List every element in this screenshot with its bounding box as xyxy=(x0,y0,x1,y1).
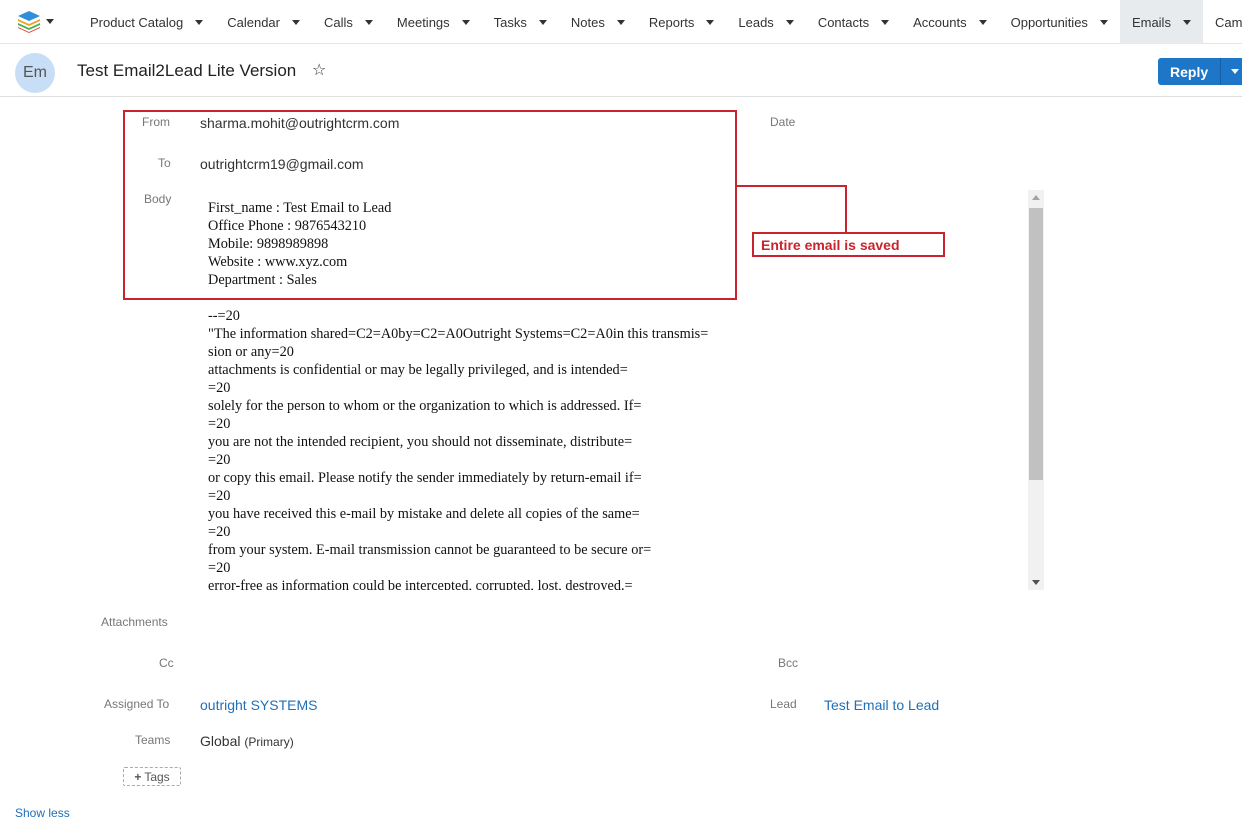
assigned-to-label: Assigned To xyxy=(104,697,170,711)
nav-item-meetings[interactable]: Meetings xyxy=(385,0,482,44)
nav-item-calendar[interactable]: Calendar xyxy=(215,0,312,44)
body-line: "The information shared=C2=A0by=C2=A0Out… xyxy=(208,326,709,342)
page-title: Test Email2Lead Lite Version xyxy=(77,61,297,80)
app-logo-menu[interactable] xyxy=(18,11,58,33)
annotation-connector xyxy=(737,185,847,187)
tags-label: Tags xyxy=(144,769,170,784)
body-line: =20 xyxy=(208,452,231,468)
chevron-down-icon[interactable] xyxy=(978,19,987,25)
body-line: =20 xyxy=(208,560,231,576)
assigned-user-link[interactable]: outright SYSTEMS xyxy=(200,697,318,713)
nav-item-label: Reports xyxy=(648,14,695,30)
team-name: Global xyxy=(200,733,241,749)
body-line: error-free as information could be inter… xyxy=(208,578,633,590)
nav-item-label: Accounts xyxy=(913,14,967,30)
annotation-label: Entire email is saved xyxy=(752,232,945,257)
body-line: =20 xyxy=(208,380,231,396)
body-line: attachments is confidential or may be le… xyxy=(208,362,628,378)
body-line: --=20 xyxy=(208,308,240,324)
record-header: Em Test Email2Lead Lite Version ☆ Reply xyxy=(0,44,1242,97)
nav-item-product-catalog[interactable]: Product Catalog xyxy=(78,0,215,44)
nav-item-tasks[interactable]: Tasks xyxy=(482,0,559,44)
body-line: or copy this email. Please notify the se… xyxy=(208,470,642,486)
nav-item-label: Campaigns xyxy=(1214,14,1242,30)
scroll-up-arrow-icon[interactable] xyxy=(1032,195,1040,200)
nav-item-label: Calendar xyxy=(227,14,280,30)
module-tabs: Product Catalog Calendar Calls Meetings Task… xyxy=(78,0,1242,44)
nav-item-leads[interactable]: Leads xyxy=(726,0,805,44)
show-less-link[interactable]: Show less xyxy=(15,806,70,820)
teams-value: Global (Primary) xyxy=(200,733,294,749)
reply-dropdown-toggle[interactable] xyxy=(1221,58,1242,85)
body-line: sion or any=20 xyxy=(208,344,294,360)
nav-item-label: Emails xyxy=(1131,14,1171,30)
team-primary-tag: (Primary) xyxy=(244,735,294,749)
date-label: Date xyxy=(770,115,796,129)
chevron-down-icon[interactable] xyxy=(538,19,547,25)
bcc-label: Bcc xyxy=(778,656,799,670)
nav-item-label: Notes xyxy=(570,14,605,30)
nav-item-label: Leads xyxy=(738,14,774,30)
lead-link[interactable]: Test Email to Lead xyxy=(824,697,939,713)
chevron-down-icon[interactable] xyxy=(1099,19,1108,25)
lead-label: Lead xyxy=(770,697,797,711)
body-line: solely for the person to whom or the org… xyxy=(208,398,642,414)
nav-item-label: Product Catalog xyxy=(90,14,184,30)
chevron-down-icon[interactable] xyxy=(364,19,373,25)
reply-button[interactable]: Reply xyxy=(1158,58,1222,85)
nav-item-label: Contacts xyxy=(817,14,870,30)
chevron-down-icon[interactable] xyxy=(1182,19,1191,25)
attachments-label: Attachments xyxy=(101,615,168,629)
favorite-star-icon[interactable]: ☆ xyxy=(312,60,326,80)
body-line: =20 xyxy=(208,488,231,504)
chevron-down-icon xyxy=(1231,69,1240,74)
body-line: =20 xyxy=(208,416,231,432)
scroll-down-arrow-icon[interactable] xyxy=(1032,580,1040,585)
plus-icon: + xyxy=(134,769,142,784)
nav-item-calls[interactable]: Calls xyxy=(312,0,385,44)
body-scrollbar[interactable] xyxy=(1028,190,1044,590)
chevron-down-icon[interactable] xyxy=(195,19,204,25)
chevron-down-icon[interactable] xyxy=(461,19,470,25)
body-line: from your system. E-mail transmission ca… xyxy=(208,542,652,558)
avatar: Em xyxy=(15,53,55,93)
nav-item-label: Tasks xyxy=(493,14,527,30)
nav-item-reports[interactable]: Reports xyxy=(637,0,727,44)
body-line: you have received this e-mail by mistake… xyxy=(208,506,640,522)
nav-item-label: Calls xyxy=(324,14,353,30)
chevron-down-icon[interactable] xyxy=(616,19,625,25)
scroll-thumb[interactable] xyxy=(1029,208,1043,480)
body-line: you are not the intended recipient, you … xyxy=(208,434,633,450)
nav-item-opportunities[interactable]: Opportunities xyxy=(999,0,1120,44)
chevron-down-icon[interactable] xyxy=(706,19,715,25)
nav-item-notes[interactable]: Notes xyxy=(559,0,637,44)
nav-item-contacts[interactable]: Contacts xyxy=(806,0,901,44)
add-tags-button[interactable]: + Tags xyxy=(123,767,181,786)
layers-logo-icon xyxy=(18,11,54,33)
cc-label: Cc xyxy=(159,656,174,670)
nav-item-accounts[interactable]: Accounts xyxy=(901,0,998,44)
nav-item-label: Opportunities xyxy=(1010,14,1088,30)
top-navigation: Product Catalog Calendar Calls Meetings Task… xyxy=(0,0,1242,44)
chevron-down-icon[interactable] xyxy=(881,19,890,25)
chevron-down-icon[interactable] xyxy=(785,19,794,25)
body-line: =20 xyxy=(208,524,231,540)
teams-label: Teams xyxy=(135,733,171,747)
nav-item-label: Meetings xyxy=(396,14,450,30)
reply-button-group: Reply xyxy=(1158,58,1242,85)
chevron-down-icon[interactable] xyxy=(292,19,300,25)
annotation-highlight-box xyxy=(123,110,737,300)
nav-item-campaigns[interactable]: Campaigns xyxy=(1203,0,1242,44)
nav-item-emails[interactable]: Emails xyxy=(1119,0,1203,44)
annotation-connector xyxy=(845,185,847,232)
